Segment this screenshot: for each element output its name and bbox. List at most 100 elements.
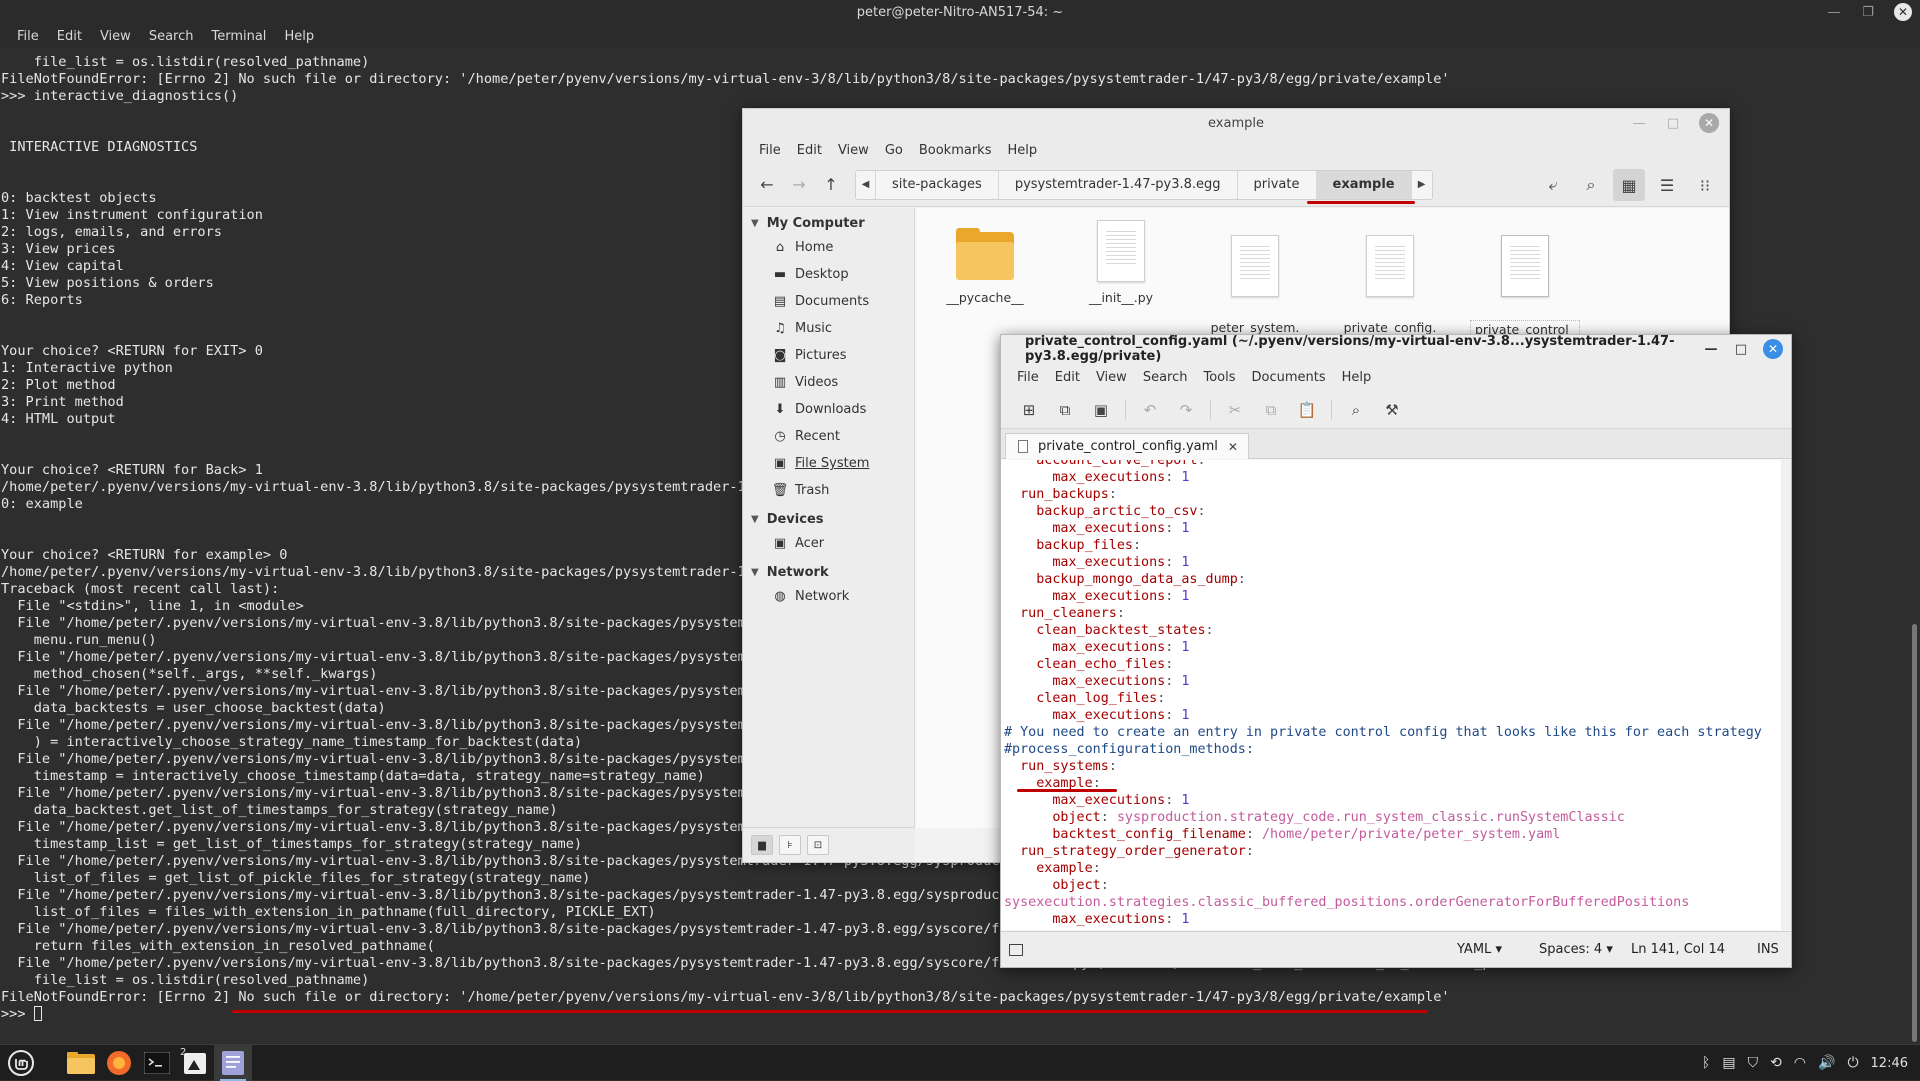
menu-view[interactable]: View xyxy=(91,29,140,44)
software-updater-launcher[interactable]: 2 xyxy=(176,1045,214,1081)
volume-icon[interactable]: 🔊 xyxy=(1818,1055,1835,1071)
collapse-triangle-icon[interactable]: ▼ xyxy=(751,218,759,229)
maximize-icon[interactable]: □ xyxy=(1665,116,1681,131)
menu-documents[interactable]: Documents xyxy=(1244,370,1334,385)
up-icon[interactable]: ↑ xyxy=(815,169,847,201)
crumb-private[interactable]: private xyxy=(1238,170,1317,199)
clipboard-icon[interactable]: ▤ xyxy=(1722,1055,1735,1071)
editor-text-area[interactable]: account_curve_report: max_executions: 1 … xyxy=(1001,460,1781,930)
menu-file[interactable]: File xyxy=(751,143,789,158)
search-icon[interactable]: ⌕ xyxy=(1338,394,1374,426)
close-tab-icon[interactable]: ✕ xyxy=(1228,440,1238,454)
files-launcher[interactable] xyxy=(62,1045,100,1081)
maximize-icon[interactable]: □ xyxy=(1733,342,1749,357)
hide-sidebar-icon[interactable]: ⊡ xyxy=(807,835,829,855)
shield-icon[interactable]: ⛉ xyxy=(1748,1055,1759,1071)
menu-help[interactable]: Help xyxy=(1334,370,1380,385)
crumb-site-packages[interactable]: site-packages xyxy=(876,170,999,199)
sidebar-item-network[interactable]: ◍ Network xyxy=(743,583,914,610)
menu-edit[interactable]: Edit xyxy=(789,143,830,158)
menu-bookmarks[interactable]: Bookmarks xyxy=(911,143,1000,158)
file-item-pycache[interactable]: __pycache__ xyxy=(930,222,1040,305)
section-my-computer[interactable]: ▼ My Computer xyxy=(743,212,914,234)
menu-search[interactable]: Search xyxy=(1135,370,1196,385)
tab-private-control-config[interactable]: private_control_config.yaml ✕ xyxy=(1005,433,1249,459)
chevron-right-icon[interactable]: ▶ xyxy=(1412,171,1432,199)
language-selector[interactable]: YAML ▾ xyxy=(1457,942,1502,957)
menu-help[interactable]: Help xyxy=(275,29,323,44)
save-icon[interactable]: ▣ xyxy=(1083,394,1119,426)
minimize-icon[interactable]: — xyxy=(1826,5,1842,20)
show-places-icon[interactable]: ▆ xyxy=(751,835,773,855)
show-tree-icon[interactable]: ⊧ xyxy=(779,835,801,855)
back-icon[interactable]: ← xyxy=(751,169,783,201)
scrollbar-thumb[interactable] xyxy=(1912,624,1917,1042)
menu-help[interactable]: Help xyxy=(999,143,1045,158)
file-manager-titlebar[interactable]: example — □ ✕ xyxy=(743,109,1729,137)
editor-titlebar[interactable]: private_control_config.yaml (~/.pyenv/ve… xyxy=(1001,334,1791,364)
sidebar-item-documents[interactable]: ▤ Documents xyxy=(743,288,914,315)
redo-icon[interactable]: ↷ xyxy=(1168,394,1204,426)
paste-icon[interactable]: 📋 xyxy=(1289,394,1325,426)
menu-search[interactable]: Search xyxy=(140,29,203,44)
section-devices[interactable]: ▼ Devices xyxy=(743,508,914,530)
replace-icon[interactable]: ⚒ xyxy=(1374,394,1410,426)
menu-edit[interactable]: Edit xyxy=(1047,370,1088,385)
section-network[interactable]: ▼ Network xyxy=(743,561,914,583)
text-editor-launcher[interactable] xyxy=(214,1044,252,1081)
sidebar-item-music[interactable]: ♫ Music xyxy=(743,315,914,342)
clock[interactable]: 12:46 xyxy=(1871,1056,1908,1071)
sidebar-item-videos[interactable]: ▥ Videos xyxy=(743,369,914,396)
menu-file[interactable]: File xyxy=(8,29,48,44)
bluetooth-icon[interactable]: ᛒ xyxy=(1702,1055,1710,1071)
close-icon[interactable]: ✕ xyxy=(1763,339,1783,359)
start-menu-button[interactable] xyxy=(2,1045,40,1081)
menu-view[interactable]: View xyxy=(830,143,877,158)
terminal-launcher[interactable] xyxy=(138,1045,176,1081)
toggle-location-icon[interactable]: ⤶ xyxy=(1537,169,1569,201)
new-document-icon[interactable]: ⊞ xyxy=(1011,394,1047,426)
sidebar-item-pictures[interactable]: ◙ Pictures xyxy=(743,342,914,369)
crumb-egg[interactable]: pysystemtrader-1.47-py3.8.egg xyxy=(999,170,1238,199)
close-icon[interactable]: ✕ xyxy=(1699,113,1719,133)
menu-tools[interactable]: Tools xyxy=(1195,370,1243,385)
icon-view-icon[interactable]: ▦ xyxy=(1613,169,1645,201)
sidebar-item-desktop[interactable]: ▬ Desktop xyxy=(743,261,914,288)
open-icon[interactable]: ⧉ xyxy=(1047,394,1083,426)
menu-terminal[interactable]: Terminal xyxy=(202,29,275,44)
file-item-init[interactable]: __init__.py xyxy=(1066,220,1176,305)
minimize-icon[interactable]: — xyxy=(1631,116,1647,131)
forward-icon[interactable]: → xyxy=(783,169,815,201)
indent-selector[interactable]: Spaces: 4 ▾ xyxy=(1539,942,1613,957)
search-icon[interactable]: ⌕ xyxy=(1575,169,1607,201)
wifi-icon[interactable]: ◠ xyxy=(1794,1055,1806,1071)
sidebar-item-file-system[interactable]: ▣ File System xyxy=(743,450,914,477)
menu-go[interactable]: Go xyxy=(877,143,911,158)
crumb-example[interactable]: example xyxy=(1316,170,1412,199)
editor-scrollbar[interactable] xyxy=(1781,460,1791,930)
list-view-icon[interactable]: ☰ xyxy=(1651,169,1683,201)
close-icon[interactable]: ✕ xyxy=(1894,3,1912,21)
menu-file[interactable]: File xyxy=(1009,370,1047,385)
side-panel-toggle[interactable] xyxy=(1001,943,1031,956)
cut-icon[interactable]: ✂ xyxy=(1217,394,1253,426)
minimize-icon[interactable]: — xyxy=(1703,342,1719,357)
sidebar-item-acer[interactable]: ▣ Acer xyxy=(743,530,914,557)
terminal-titlebar[interactable]: peter@peter-Nitro-AN517-54: ~ — ❐ ✕ xyxy=(0,0,1920,24)
sidebar-item-home[interactable]: ⌂ Home xyxy=(743,234,914,261)
firefox-launcher[interactable] xyxy=(100,1045,138,1081)
copy-icon[interactable]: ⧉ xyxy=(1253,394,1289,426)
menu-edit[interactable]: Edit xyxy=(48,29,91,44)
compact-view-icon[interactable]: ⁝⁝ xyxy=(1689,169,1721,201)
chevron-left-icon[interactable]: ◀ xyxy=(856,170,876,199)
sidebar-item-recent[interactable]: ◷ Recent xyxy=(743,423,914,450)
undo-icon[interactable]: ↶ xyxy=(1132,394,1168,426)
collapse-triangle-icon[interactable]: ▼ xyxy=(751,514,759,525)
text-editor-window[interactable]: private_control_config.yaml (~/.pyenv/ve… xyxy=(1000,334,1792,968)
sidebar-item-trash[interactable]: 🗑 Trash xyxy=(743,477,914,504)
sidebar-item-downloads[interactable]: ⬇ Downloads xyxy=(743,396,914,423)
terminal-scrollbar[interactable] xyxy=(1908,54,1920,1044)
menu-view[interactable]: View xyxy=(1088,370,1135,385)
updates-icon[interactable]: ⟲ xyxy=(1770,1055,1782,1071)
collapse-triangle-icon[interactable]: ▼ xyxy=(751,567,759,578)
